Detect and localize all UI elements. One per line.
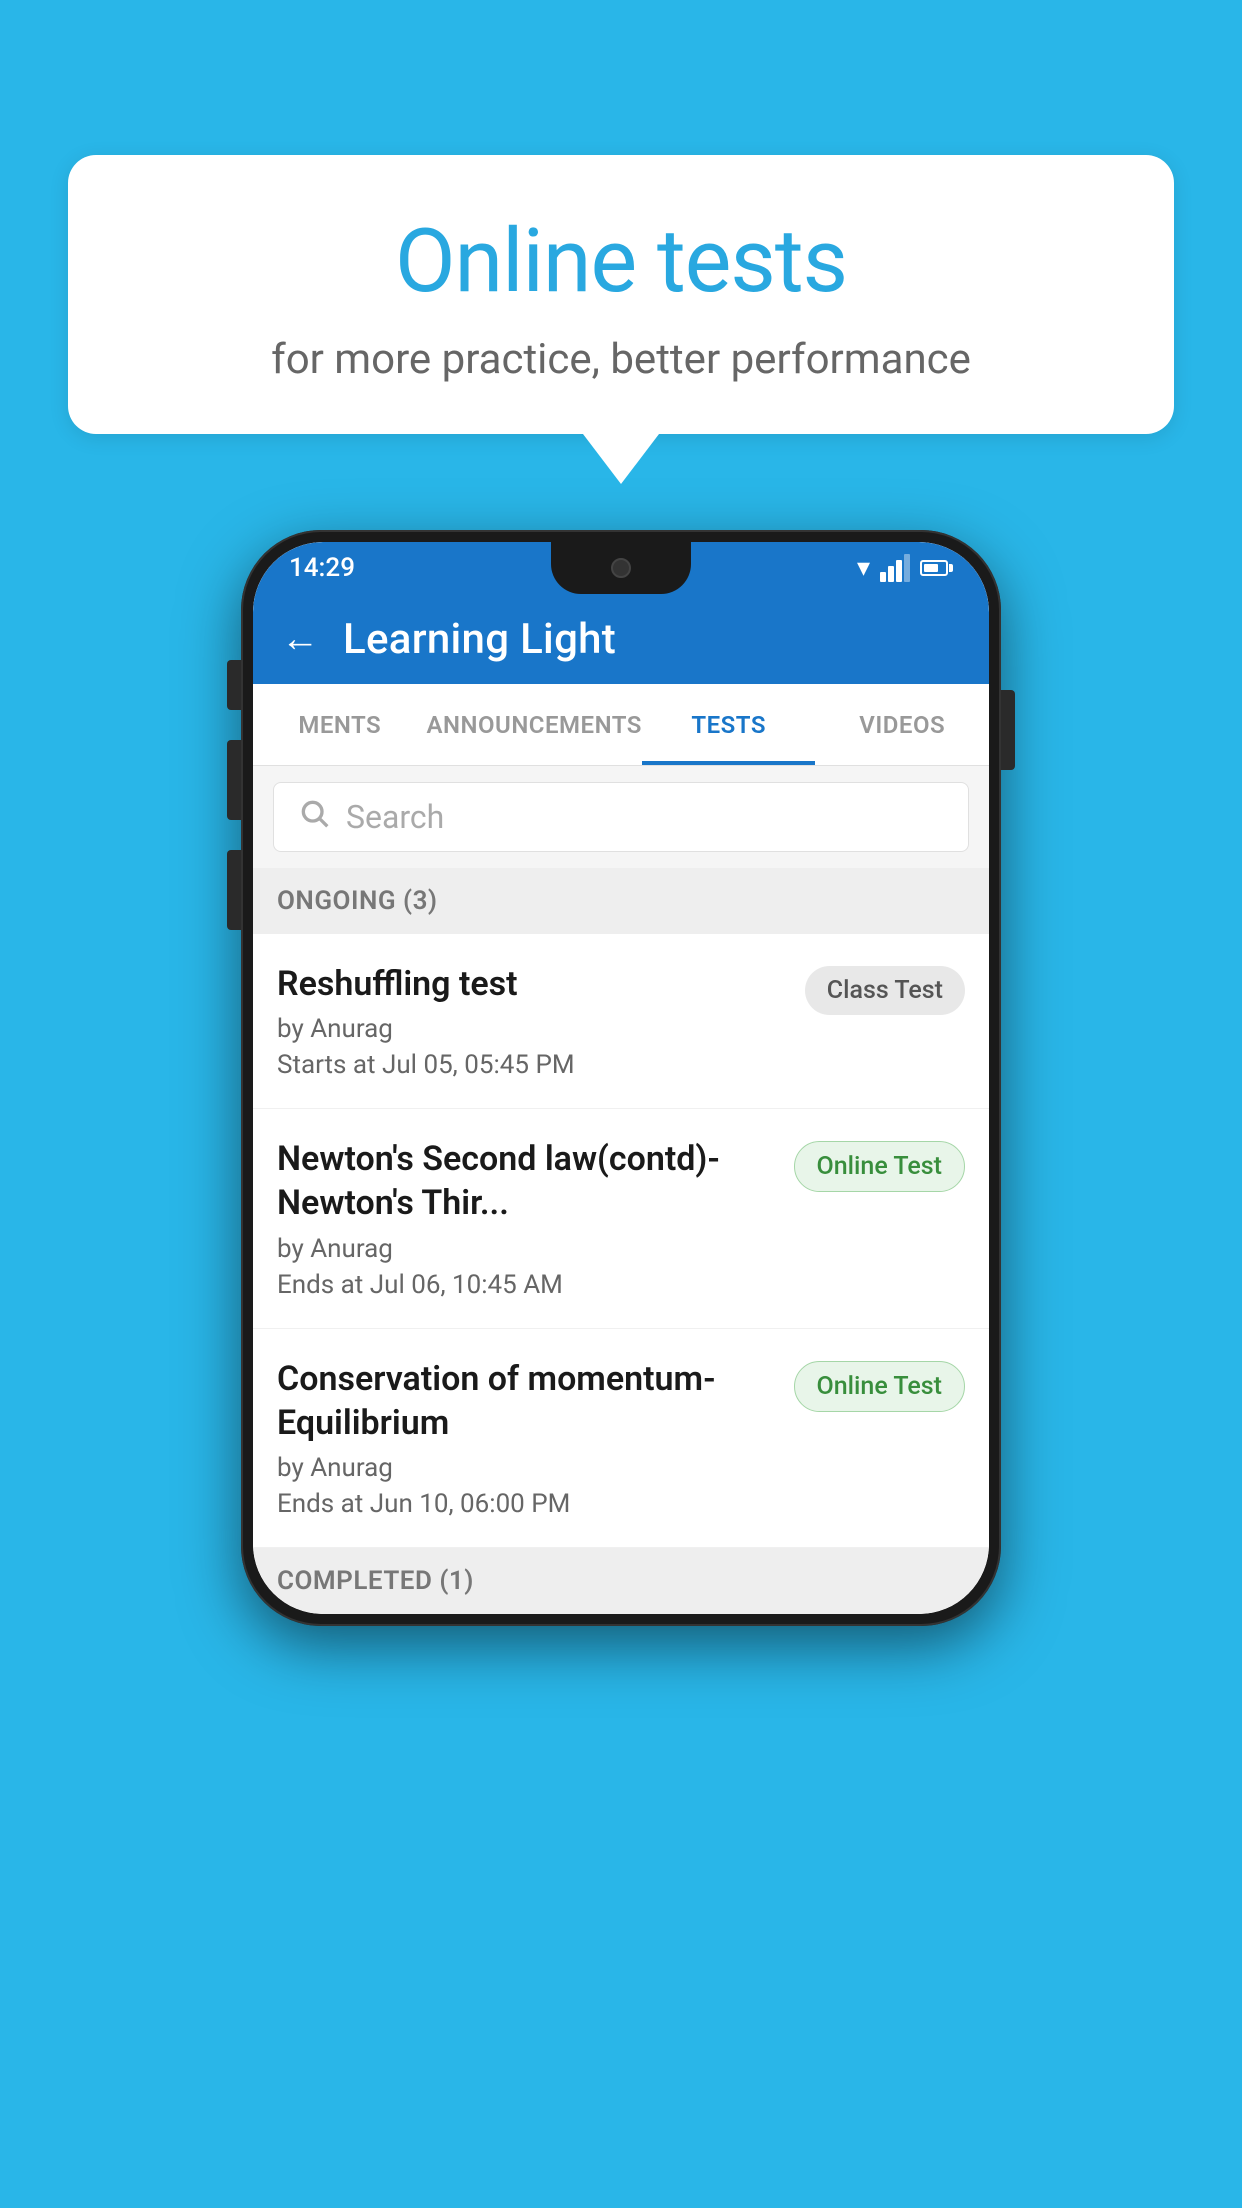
test-date-2: Ends at Jul 06, 10:45 AM <box>277 1270 778 1300</box>
test-author-3: by Anurag <box>277 1453 778 1483</box>
phone-mockup: 14:29 ▾ <box>241 530 1001 1626</box>
test-item-3[interactable]: Conservation of momentum-Equilibrium by … <box>253 1329 989 1548</box>
volume-up-button <box>227 740 241 820</box>
test-badge-3: Online Test <box>794 1361 965 1412</box>
tab-ments[interactable]: MENTS <box>253 684 427 765</box>
ongoing-section-header: ONGOING (3) <box>253 868 989 934</box>
test-item-2[interactable]: Newton's Second law(contd)-Newton's Thir… <box>253 1109 989 1328</box>
test-list: Reshuffling test by Anurag Starts at Jul… <box>253 934 989 1548</box>
app-bar: ← Learning Light <box>253 594 989 684</box>
tab-announcements[interactable]: ANNOUNCEMENTS <box>427 684 642 765</box>
status-bar: 14:29 ▾ <box>253 542 989 594</box>
search-placeholder: Search <box>346 798 444 836</box>
completed-section-header: COMPLETED (1) <box>253 1548 989 1614</box>
wifi-icon: ▾ <box>857 553 870 583</box>
tabs-bar: MENTS ANNOUNCEMENTS TESTS VIDEOS <box>253 684 989 766</box>
phone-screen: 14:29 ▾ <box>253 542 989 1614</box>
test-info-1: Reshuffling test by Anurag Starts at Jul… <box>277 962 789 1080</box>
phone-notch <box>551 542 691 594</box>
test-date-1: Starts at Jul 05, 05:45 PM <box>277 1050 789 1080</box>
back-button[interactable]: ← <box>281 617 319 661</box>
phone-outer: 14:29 ▾ <box>241 530 1001 1626</box>
test-author-1: by Anurag <box>277 1014 789 1044</box>
test-badge-2: Online Test <box>794 1141 965 1192</box>
speech-bubble: Online tests for more practice, better p… <box>68 155 1174 434</box>
test-info-2: Newton's Second law(contd)-Newton's Thir… <box>277 1137 778 1299</box>
bubble-title: Online tests <box>128 210 1114 313</box>
search-icon <box>298 797 330 837</box>
search-bar[interactable]: Search <box>273 782 969 852</box>
test-author-2: by Anurag <box>277 1234 778 1264</box>
status-time: 14:29 <box>289 553 355 583</box>
app-title: Learning Light <box>343 615 616 664</box>
test-title-1: Reshuffling test <box>277 962 789 1006</box>
test-item-1[interactable]: Reshuffling test by Anurag Starts at Jul… <box>253 934 989 1109</box>
test-title-2: Newton's Second law(contd)-Newton's Thir… <box>277 1137 778 1225</box>
battery-icon <box>920 560 953 576</box>
status-icons: ▾ <box>857 553 953 583</box>
tab-videos[interactable]: VIDEOS <box>815 684 989 765</box>
tab-tests[interactable]: TESTS <box>642 684 816 765</box>
volume-down-button <box>227 850 241 930</box>
test-title-3: Conservation of momentum-Equilibrium <box>277 1357 778 1445</box>
search-container: Search <box>253 766 989 868</box>
bubble-arrow <box>583 434 659 484</box>
test-date-3: Ends at Jun 10, 06:00 PM <box>277 1489 778 1519</box>
power-button <box>1001 690 1015 770</box>
mute-button <box>227 660 241 710</box>
test-badge-1: Class Test <box>805 966 965 1015</box>
signal-icon <box>880 554 910 582</box>
speech-bubble-container: Online tests for more practice, better p… <box>68 155 1174 484</box>
front-camera <box>611 558 631 578</box>
test-info-3: Conservation of momentum-Equilibrium by … <box>277 1357 778 1519</box>
bubble-subtitle: for more practice, better performance <box>128 335 1114 384</box>
